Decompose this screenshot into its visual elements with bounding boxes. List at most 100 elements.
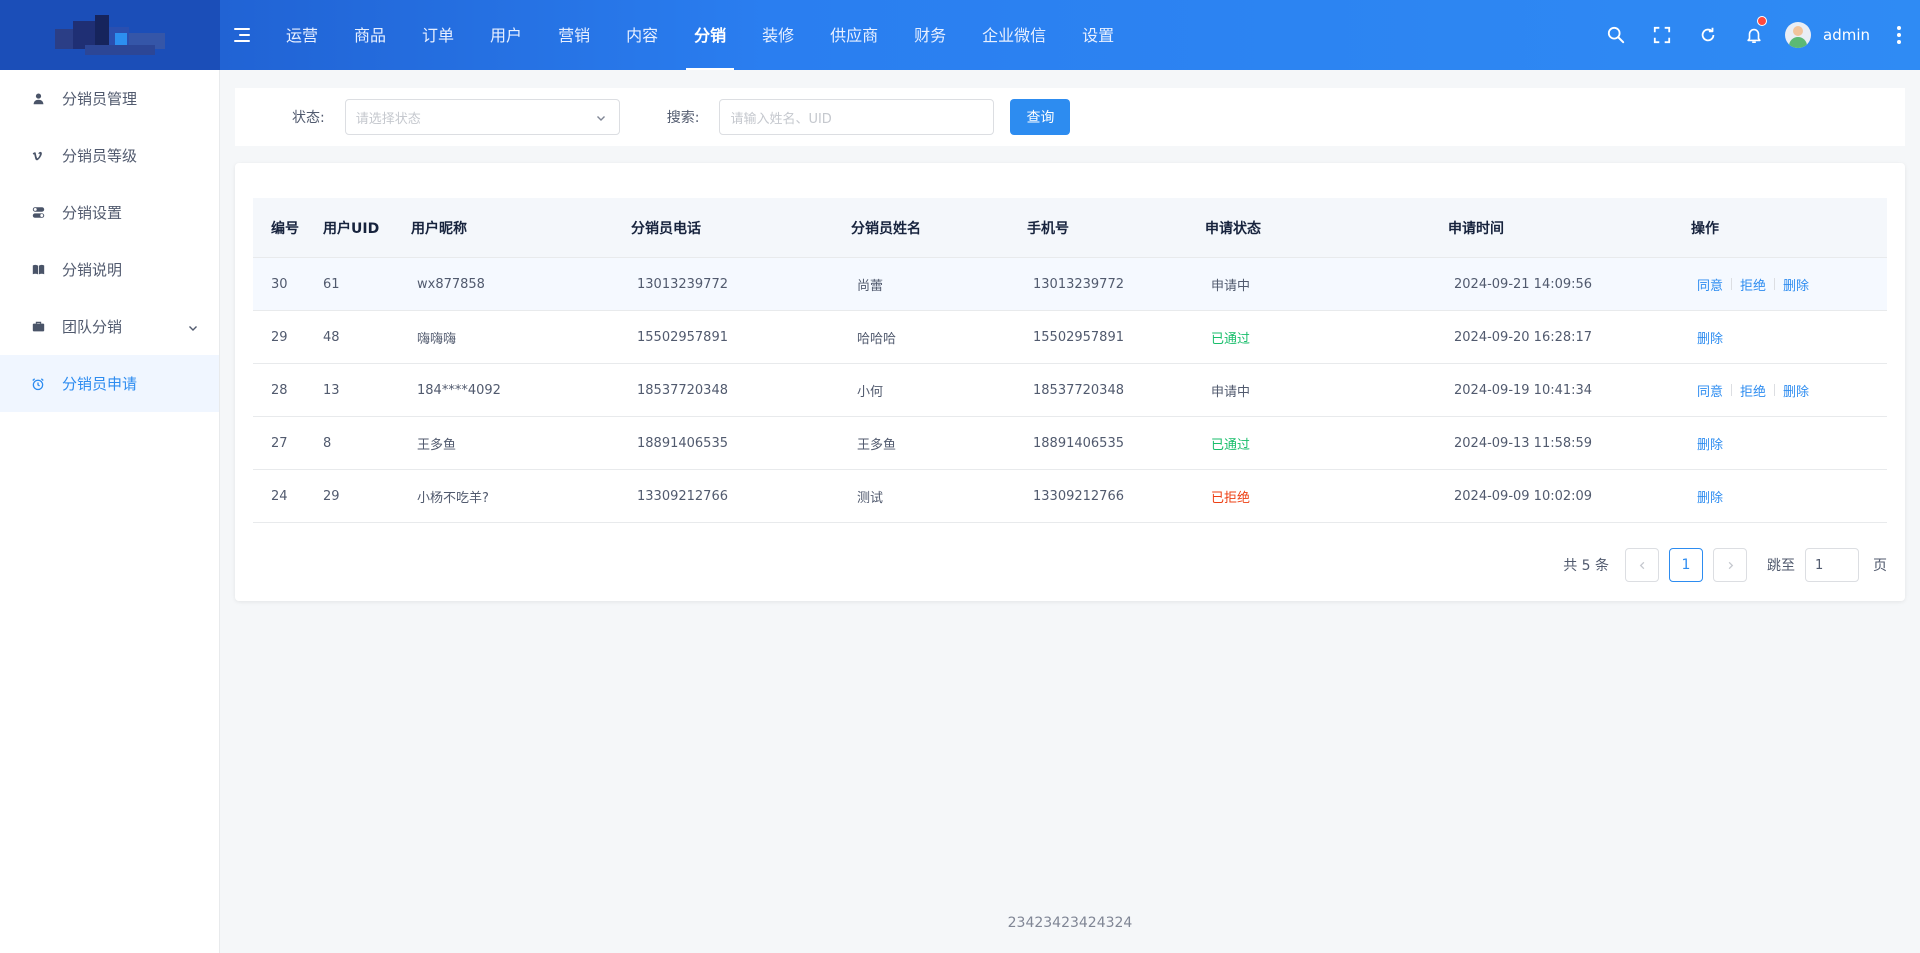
cell-distributor-phone: 15502957891	[637, 329, 728, 345]
nav-marketing[interactable]: 营销	[540, 0, 608, 70]
table-row: 27 8 王多鱼 18891406535 王多鱼 18891406535 已通过…	[253, 417, 1887, 470]
menu-toggle-icon[interactable]	[234, 25, 254, 45]
sidebar-item-distribution-description[interactable]: 分销说明	[0, 241, 219, 298]
applications-table: 编号 用户UID 用户昵称 分销员电话 分销员姓名 手机号 申请状态 申请时间 …	[253, 198, 1887, 523]
logo[interactable]	[0, 0, 220, 70]
cell-mobile: 15502957891	[1033, 329, 1124, 345]
sidebar-item-distributor-application[interactable]: 分销员申请	[0, 355, 219, 412]
nav-supplier[interactable]: 供应商	[812, 0, 896, 70]
header-actions: admin	[1593, 0, 1920, 70]
cell-id: 30	[271, 276, 288, 292]
status-badge: 已通过	[1211, 331, 1251, 347]
avatar	[1785, 22, 1811, 48]
prev-page-button[interactable]	[1625, 548, 1659, 582]
fullscreen-icon[interactable]	[1639, 0, 1685, 70]
column-header-distributor-phone: 分销员电话	[631, 220, 701, 237]
page-button-current[interactable]: 1	[1669, 548, 1703, 582]
nav-settings[interactable]: 设置	[1064, 0, 1132, 70]
cell-uid: 61	[323, 276, 340, 292]
table-row: 30 61 wx877858 13013239772 尚蕾 1301323977…	[253, 258, 1887, 311]
page-suffix-label: 页	[1873, 558, 1887, 574]
sidebar-item-team-distribution[interactable]: 团队分销	[0, 298, 219, 355]
reject-button[interactable]: 拒绝	[1740, 275, 1766, 294]
nav-finance[interactable]: 财务	[896, 0, 964, 70]
cell-mobile: 13309212766	[1033, 488, 1124, 504]
cell-id: 28	[271, 382, 288, 398]
query-button[interactable]: 查询	[1010, 99, 1071, 135]
next-page-button[interactable]	[1713, 548, 1747, 582]
refresh-icon[interactable]	[1685, 0, 1731, 70]
cell-distributor-name: 王多鱼	[857, 437, 897, 453]
user-menu[interactable]: admin	[1785, 22, 1870, 48]
cell-actions: 删除	[1691, 328, 1871, 347]
nav-decoration[interactable]: 装修	[744, 0, 812, 70]
column-header-status: 申请状态	[1205, 220, 1261, 237]
main-content: 状态: 请选择状态 搜索: 请输入姓名、UID 查询 编号 用户UID 用户昵称…	[220, 70, 1920, 953]
cell-mobile: 18537720348	[1033, 382, 1124, 398]
action-divider	[1774, 278, 1776, 290]
cell-distributor-name: 测试	[857, 490, 884, 506]
delete-button[interactable]: 删除	[1697, 487, 1723, 506]
delete-button[interactable]: 删除	[1783, 275, 1809, 294]
notification-bell-icon[interactable]	[1731, 0, 1777, 70]
search-filter-label: 搜索:	[666, 110, 700, 126]
cell-nickname: wx877858	[417, 276, 485, 292]
nav-distribution[interactable]: 分销	[676, 0, 744, 70]
nav-users[interactable]: 用户	[472, 0, 540, 70]
cell-actions: 同意 拒绝 删除	[1691, 381, 1871, 400]
column-header-nickname: 用户昵称	[411, 220, 467, 237]
nav-content[interactable]: 内容	[608, 0, 676, 70]
filter-bar: 状态: 请选择状态 搜索: 请输入姓名、UID 查询	[235, 88, 1905, 146]
sidebar-item-distribution-settings[interactable]: 分销设置	[0, 184, 219, 241]
cell-actions: 删除	[1691, 434, 1871, 453]
cell-nickname: 嗨嗨嗨	[417, 331, 457, 347]
column-header-id: 编号	[271, 220, 299, 237]
search-icon[interactable]	[1593, 0, 1639, 70]
sidebar-item-label: 分销员管理	[62, 90, 138, 108]
chevron-down-icon	[595, 112, 607, 128]
toggle-icon	[30, 205, 46, 221]
delete-button[interactable]: 删除	[1697, 434, 1723, 453]
agree-button[interactable]: 同意	[1697, 381, 1723, 400]
cell-actions: 同意 拒绝 删除	[1691, 275, 1871, 294]
action-divider	[1731, 384, 1733, 396]
top-nav: 运营 商品 订单 用户 营销 内容 分销 装修 供应商 财务 企业微信 设置	[268, 0, 1132, 70]
jump-label: 跳至	[1767, 558, 1795, 574]
sidebar: 分销员管理 分销员等级 分销设置 分销说明 团队分销 分销员申请	[0, 70, 220, 953]
cell-id: 29	[271, 329, 288, 345]
search-input[interactable]: 请输入姓名、UID	[719, 99, 995, 135]
pagination: 共 5 条 1 跳至 1 页	[1563, 548, 1887, 582]
nav-operations[interactable]: 运营	[268, 0, 336, 70]
cell-nickname: 184****4092	[417, 382, 501, 398]
status-badge: 已拒绝	[1211, 490, 1251, 506]
cell-nickname: 王多鱼	[417, 437, 457, 453]
cell-uid: 48	[323, 329, 340, 345]
cell-uid: 29	[323, 488, 340, 504]
cell-nickname: 小杨不吃羊?	[417, 490, 489, 506]
delete-button[interactable]: 删除	[1697, 328, 1723, 347]
agree-button[interactable]: 同意	[1697, 275, 1723, 294]
nav-wecom[interactable]: 企业微信	[964, 0, 1064, 70]
footer-text: 23423423424324	[1007, 915, 1133, 931]
chevron-down-icon	[187, 320, 199, 338]
jump-page-input[interactable]: 1	[1805, 548, 1859, 582]
sidebar-item-label: 分销员等级	[62, 147, 138, 165]
delete-button[interactable]: 删除	[1783, 381, 1809, 400]
nav-products[interactable]: 商品	[336, 0, 404, 70]
status-select[interactable]: 请选择状态	[344, 99, 620, 135]
cell-apply-time: 2024-09-21 14:09:56	[1454, 276, 1593, 292]
chevron-left-icon	[1639, 561, 1644, 569]
sidebar-item-label: 分销说明	[62, 261, 123, 279]
reject-button[interactable]: 拒绝	[1740, 381, 1766, 400]
nav-orders[interactable]: 订单	[404, 0, 472, 70]
column-header-actions: 操作	[1691, 220, 1719, 237]
table-row: 28 13 184****4092 18537720348 小何 1853772…	[253, 364, 1887, 417]
cell-apply-time: 2024-09-19 10:41:34	[1454, 382, 1593, 398]
sidebar-item-distributor-level[interactable]: 分销员等级	[0, 127, 219, 184]
vimeo-v-icon	[30, 148, 46, 164]
sidebar-item-distributor-management[interactable]: 分销员管理	[0, 70, 219, 127]
book-icon	[30, 262, 46, 278]
sidebar-item-label: 分销员申请	[62, 375, 138, 393]
more-vertical-icon[interactable]	[1896, 26, 1902, 44]
cell-uid: 13	[323, 382, 340, 398]
